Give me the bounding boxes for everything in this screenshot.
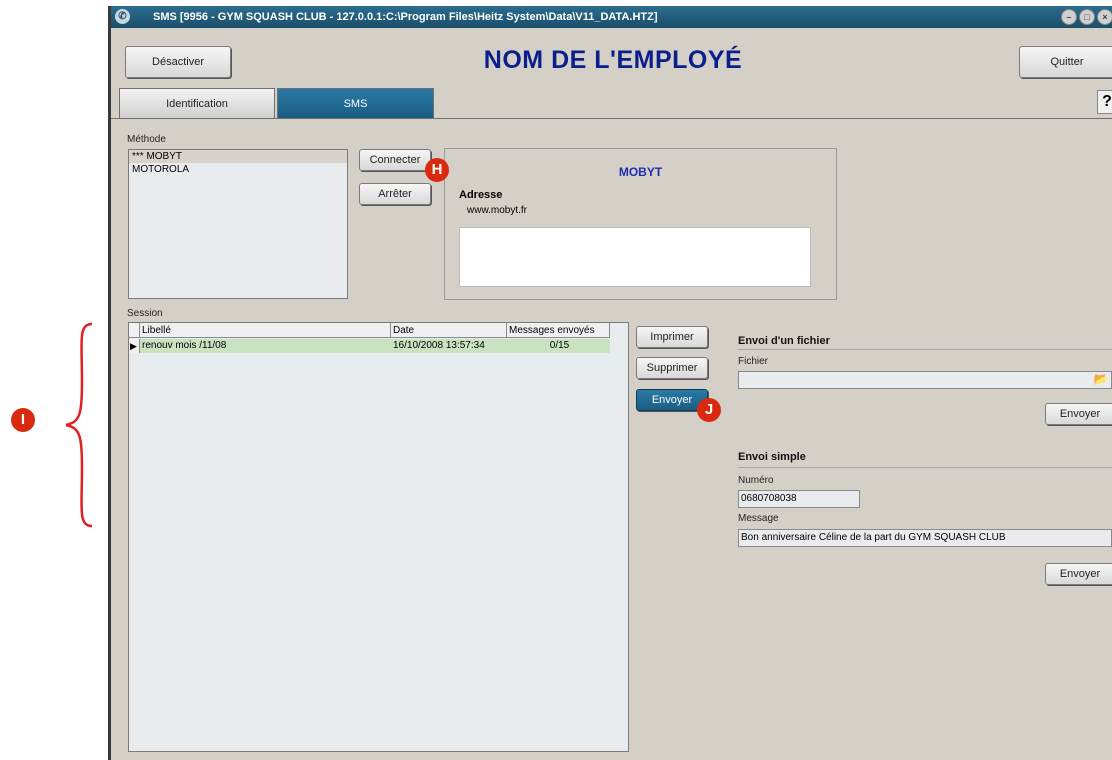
- file-path-field[interactable]: [738, 371, 1112, 389]
- window-controls: – □ ×: [1061, 9, 1112, 25]
- column-header-date[interactable]: Date: [391, 323, 507, 338]
- page-title: NOM DE L'EMPLOYÉ: [483, 46, 743, 74]
- row-pointer-icon: ▶: [129, 339, 140, 353]
- print-button[interactable]: Imprimer: [636, 326, 708, 348]
- cell-messages: 0/15: [507, 339, 610, 353]
- methode-item-motorola[interactable]: MOTOROLA: [129, 163, 347, 176]
- file-send-button[interactable]: Envoyer: [1045, 403, 1112, 425]
- quit-button[interactable]: Quitter: [1019, 46, 1112, 78]
- tab-divider: [111, 118, 1112, 119]
- table-header-indicator: [129, 323, 140, 338]
- session-table[interactable]: Libellé Date Messages envoyés ▶ renouv m…: [128, 322, 629, 752]
- app-window: ✆ SMS [9956 - GYM SQUASH CLUB - 127.0.0.…: [108, 6, 1112, 760]
- provider-name: MOBYT: [618, 165, 663, 179]
- provider-notes: [459, 227, 811, 287]
- methode-label: Méthode: [127, 134, 166, 145]
- address-value: www.mobyt.fr: [467, 205, 528, 216]
- number-field[interactable]: 0680708038: [738, 490, 860, 508]
- stop-button[interactable]: Arrêter: [359, 183, 431, 205]
- address-label: Adresse: [459, 189, 503, 201]
- number-label: Numéro: [738, 475, 774, 486]
- cell-date: 16/10/2008 13:57:34: [391, 339, 507, 353]
- help-button[interactable]: ?: [1097, 90, 1112, 114]
- annotation-badge-h: H: [425, 158, 449, 182]
- annotation-bracket: [65, 322, 93, 528]
- file-label: Fichier: [738, 356, 769, 367]
- cell-libelle: renouv mois /11/08: [140, 339, 391, 353]
- app-icon: ✆: [115, 9, 130, 24]
- annotation-badge-j: J: [697, 398, 721, 422]
- methode-list[interactable]: *** MOBYT MOTOROLA: [128, 149, 348, 299]
- column-header-messages[interactable]: Messages envoyés: [507, 323, 610, 338]
- file-send-title: Envoi d'un fichier: [738, 335, 830, 347]
- simple-send-title: Envoi simple: [738, 451, 806, 463]
- close-icon[interactable]: ×: [1097, 9, 1112, 25]
- annotation-badge-i: I: [11, 408, 35, 432]
- methode-item-mobyt[interactable]: *** MOBYT: [129, 150, 347, 163]
- folder-open-icon[interactable]: 📂: [1093, 372, 1109, 386]
- delete-button[interactable]: Supprimer: [636, 357, 708, 379]
- message-label: Message: [738, 513, 779, 524]
- title-bar: ✆ SMS [9956 - GYM SQUASH CLUB - 127.0.0.…: [111, 6, 1112, 28]
- connect-button[interactable]: Connecter: [359, 149, 431, 171]
- provider-panel: MOBYT Adresse www.mobyt.fr: [444, 148, 837, 300]
- window-title: SMS [9956 - GYM SQUASH CLUB - 127.0.0.1:…: [153, 11, 658, 23]
- maximize-icon[interactable]: □: [1079, 9, 1095, 25]
- simple-send-separator: [738, 467, 1112, 468]
- session-label: Session: [127, 308, 163, 319]
- file-send-separator: [738, 349, 1112, 350]
- minimize-icon[interactable]: –: [1061, 9, 1077, 25]
- tab-identification[interactable]: Identification: [119, 88, 275, 118]
- table-row[interactable]: ▶ renouv mois /11/08 16/10/2008 13:57:34…: [129, 338, 610, 354]
- column-header-libelle[interactable]: Libellé: [140, 323, 391, 338]
- simple-send-button[interactable]: Envoyer: [1045, 563, 1112, 585]
- tab-sms[interactable]: SMS: [277, 88, 434, 118]
- message-field[interactable]: Bon anniversaire Céline de la part du GY…: [738, 529, 1112, 547]
